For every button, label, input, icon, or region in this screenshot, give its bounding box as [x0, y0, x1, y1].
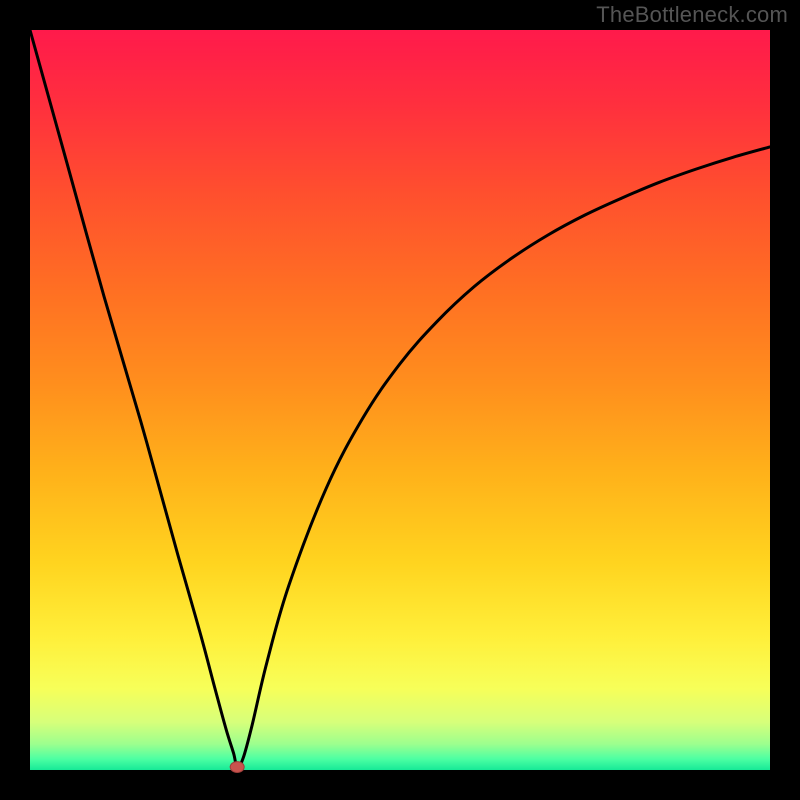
- bottleneck-chart: [0, 0, 800, 800]
- chart-stage: TheBottleneck.com: [0, 0, 800, 800]
- minimum-marker: [230, 762, 244, 773]
- watermark-text: TheBottleneck.com: [596, 2, 788, 28]
- plot-background: [30, 30, 770, 770]
